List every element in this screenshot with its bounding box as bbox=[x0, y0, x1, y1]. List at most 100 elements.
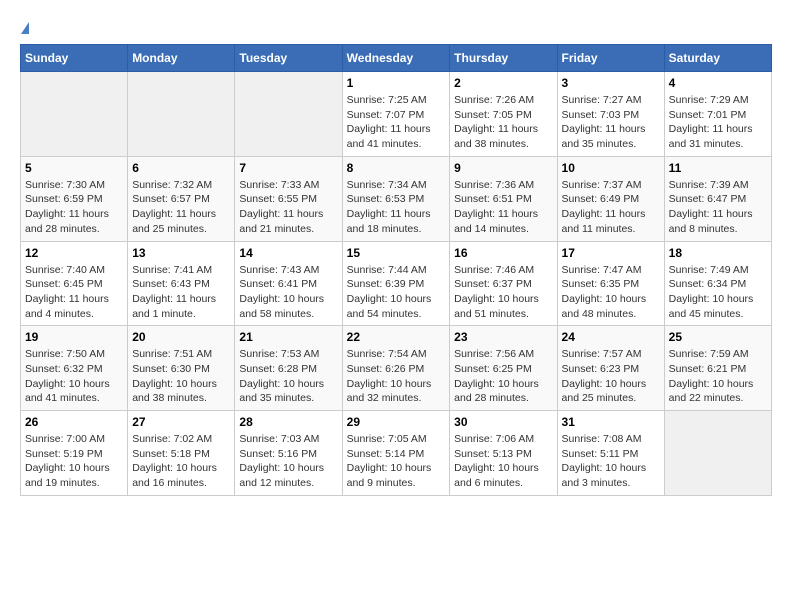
day-info: Sunrise: 7:33 AMSunset: 6:55 PMDaylight:… bbox=[239, 178, 337, 237]
calendar-cell: 8 Sunrise: 7:34 AMSunset: 6:53 PMDaylight… bbox=[342, 156, 450, 241]
calendar-cell: 7 Sunrise: 7:33 AMSunset: 6:55 PMDaylight… bbox=[235, 156, 342, 241]
logo-triangle-icon bbox=[21, 22, 29, 34]
day-info: Sunrise: 7:47 AMSunset: 6:35 PMDaylight:… bbox=[562, 263, 660, 322]
calendar-week-3: 12 Sunrise: 7:40 AMSunset: 6:45 PMDayligh… bbox=[21, 241, 772, 326]
day-number: 14 bbox=[239, 246, 337, 260]
calendar-cell: 3Sunrise: 7:27 AMSunset: 7:03 PMDaylight… bbox=[557, 72, 664, 157]
weekday-header-thursday: Thursday bbox=[450, 45, 557, 72]
calendar-table: SundayMondayTuesdayWednesdayThursdayFrid… bbox=[20, 44, 772, 496]
day-number: 18 bbox=[669, 246, 767, 260]
day-info: Sunrise: 7:08 AMSunset: 5:11 PMDaylight:… bbox=[562, 432, 660, 491]
calendar-cell: 20 Sunrise: 7:51 AMSunset: 6:30 PMDayligh… bbox=[128, 326, 235, 411]
calendar-cell: 21 Sunrise: 7:53 AMSunset: 6:28 PMDayligh… bbox=[235, 326, 342, 411]
weekday-header-wednesday: Wednesday bbox=[342, 45, 450, 72]
day-info: Sunrise: 7:27 AMSunset: 7:03 PMDaylight:… bbox=[562, 93, 660, 152]
calendar-week-2: 5Sunrise: 7:30 AMSunset: 6:59 PMDaylight… bbox=[21, 156, 772, 241]
day-number: 10 bbox=[562, 161, 660, 175]
weekday-header-saturday: Saturday bbox=[664, 45, 771, 72]
calendar-cell: 22Sunrise: 7:54 AMSunset: 6:26 PMDayligh… bbox=[342, 326, 450, 411]
day-number: 31 bbox=[562, 415, 660, 429]
weekday-header-tuesday: Tuesday bbox=[235, 45, 342, 72]
day-number: 27 bbox=[132, 415, 230, 429]
calendar-cell bbox=[664, 411, 771, 496]
logo bbox=[20, 20, 29, 34]
weekday-header-sunday: Sunday bbox=[21, 45, 128, 72]
day-number: 8 bbox=[347, 161, 446, 175]
day-info: Sunrise: 7:36 AMSunset: 6:51 PMDaylight:… bbox=[454, 178, 552, 237]
day-info: Sunrise: 7:34 AMSunset: 6:53 PMDaylight:… bbox=[347, 178, 446, 237]
calendar-cell: 1 Sunrise: 7:25 AMSunset: 7:07 PMDaylight… bbox=[342, 72, 450, 157]
calendar-cell: 30 Sunrise: 7:06 AMSunset: 5:13 PMDayligh… bbox=[450, 411, 557, 496]
day-info: Sunrise: 7:43 AMSunset: 6:41 PMDaylight:… bbox=[239, 263, 337, 322]
day-number: 15 bbox=[347, 246, 446, 260]
weekday-header-friday: Friday bbox=[557, 45, 664, 72]
calendar-cell: 14 Sunrise: 7:43 AMSunset: 6:41 PMDayligh… bbox=[235, 241, 342, 326]
calendar-cell bbox=[128, 72, 235, 157]
day-number: 23 bbox=[454, 330, 552, 344]
day-info: Sunrise: 7:00 AMSunset: 5:19 PMDaylight:… bbox=[25, 432, 123, 491]
calendar-cell: 23 Sunrise: 7:56 AMSunset: 6:25 PMDayligh… bbox=[450, 326, 557, 411]
day-info: Sunrise: 7:50 AMSunset: 6:32 PMDaylight:… bbox=[25, 347, 123, 406]
calendar-week-4: 19 Sunrise: 7:50 AMSunset: 6:32 PMDayligh… bbox=[21, 326, 772, 411]
calendar-cell: 10Sunrise: 7:37 AMSunset: 6:49 PMDayligh… bbox=[557, 156, 664, 241]
weekday-header-monday: Monday bbox=[128, 45, 235, 72]
day-info: Sunrise: 7:57 AMSunset: 6:23 PMDaylight:… bbox=[562, 347, 660, 406]
day-number: 6 bbox=[132, 161, 230, 175]
calendar-cell: 16 Sunrise: 7:46 AMSunset: 6:37 PMDayligh… bbox=[450, 241, 557, 326]
calendar-cell: 13 Sunrise: 7:41 AMSunset: 6:43 PMDayligh… bbox=[128, 241, 235, 326]
day-number: 11 bbox=[669, 161, 767, 175]
day-number: 4 bbox=[669, 76, 767, 90]
day-number: 30 bbox=[454, 415, 552, 429]
calendar-week-5: 26 Sunrise: 7:00 AMSunset: 5:19 PMDayligh… bbox=[21, 411, 772, 496]
day-info: Sunrise: 7:03 AMSunset: 5:16 PMDaylight:… bbox=[239, 432, 337, 491]
day-number: 24 bbox=[562, 330, 660, 344]
calendar-cell: 12 Sunrise: 7:40 AMSunset: 6:45 PMDayligh… bbox=[21, 241, 128, 326]
calendar-cell: 19 Sunrise: 7:50 AMSunset: 6:32 PMDayligh… bbox=[21, 326, 128, 411]
calendar-cell: 4 Sunrise: 7:29 AMSunset: 7:01 PMDaylight… bbox=[664, 72, 771, 157]
day-info: Sunrise: 7:06 AMSunset: 5:13 PMDaylight:… bbox=[454, 432, 552, 491]
day-info: Sunrise: 7:51 AMSunset: 6:30 PMDaylight:… bbox=[132, 347, 230, 406]
page-header bbox=[20, 20, 772, 34]
calendar-cell: 15 Sunrise: 7:44 AMSunset: 6:39 PMDayligh… bbox=[342, 241, 450, 326]
day-info: Sunrise: 7:53 AMSunset: 6:28 PMDaylight:… bbox=[239, 347, 337, 406]
calendar-cell: 29Sunrise: 7:05 AMSunset: 5:14 PMDayligh… bbox=[342, 411, 450, 496]
day-info: Sunrise: 7:46 AMSunset: 6:37 PMDaylight:… bbox=[454, 263, 552, 322]
calendar-cell: 18Sunrise: 7:49 AMSunset: 6:34 PMDayligh… bbox=[664, 241, 771, 326]
calendar-cell: 17 Sunrise: 7:47 AMSunset: 6:35 PMDayligh… bbox=[557, 241, 664, 326]
calendar-cell: 2 Sunrise: 7:26 AMSunset: 7:05 PMDaylight… bbox=[450, 72, 557, 157]
day-info: Sunrise: 7:41 AMSunset: 6:43 PMDaylight:… bbox=[132, 263, 230, 322]
day-info: Sunrise: 7:30 AMSunset: 6:59 PMDaylight:… bbox=[25, 178, 123, 237]
calendar-cell: 11Sunrise: 7:39 AMSunset: 6:47 PMDayligh… bbox=[664, 156, 771, 241]
day-number: 25 bbox=[669, 330, 767, 344]
calendar-cell bbox=[21, 72, 128, 157]
day-info: Sunrise: 7:29 AMSunset: 7:01 PMDaylight:… bbox=[669, 93, 767, 152]
day-number: 28 bbox=[239, 415, 337, 429]
day-info: Sunrise: 7:40 AMSunset: 6:45 PMDaylight:… bbox=[25, 263, 123, 322]
calendar-cell bbox=[235, 72, 342, 157]
day-info: Sunrise: 7:56 AMSunset: 6:25 PMDaylight:… bbox=[454, 347, 552, 406]
day-number: 20 bbox=[132, 330, 230, 344]
day-number: 21 bbox=[239, 330, 337, 344]
calendar-cell: 25 Sunrise: 7:59 AMSunset: 6:21 PMDayligh… bbox=[664, 326, 771, 411]
day-number: 2 bbox=[454, 76, 552, 90]
day-info: Sunrise: 7:32 AMSunset: 6:57 PMDaylight:… bbox=[132, 178, 230, 237]
day-number: 13 bbox=[132, 246, 230, 260]
day-number: 17 bbox=[562, 246, 660, 260]
day-number: 26 bbox=[25, 415, 123, 429]
day-info: Sunrise: 7:26 AMSunset: 7:05 PMDaylight:… bbox=[454, 93, 552, 152]
day-number: 7 bbox=[239, 161, 337, 175]
day-info: Sunrise: 7:44 AMSunset: 6:39 PMDaylight:… bbox=[347, 263, 446, 322]
day-info: Sunrise: 7:59 AMSunset: 6:21 PMDaylight:… bbox=[669, 347, 767, 406]
calendar-cell: 6 Sunrise: 7:32 AMSunset: 6:57 PMDaylight… bbox=[128, 156, 235, 241]
day-info: Sunrise: 7:02 AMSunset: 5:18 PMDaylight:… bbox=[132, 432, 230, 491]
day-number: 12 bbox=[25, 246, 123, 260]
day-number: 22 bbox=[347, 330, 446, 344]
day-number: 19 bbox=[25, 330, 123, 344]
day-number: 16 bbox=[454, 246, 552, 260]
calendar-cell: 5Sunrise: 7:30 AMSunset: 6:59 PMDaylight… bbox=[21, 156, 128, 241]
day-number: 1 bbox=[347, 76, 446, 90]
calendar-cell: 26 Sunrise: 7:00 AMSunset: 5:19 PMDayligh… bbox=[21, 411, 128, 496]
day-info: Sunrise: 7:25 AMSunset: 7:07 PMDaylight:… bbox=[347, 93, 446, 152]
calendar-cell: 31 Sunrise: 7:08 AMSunset: 5:11 PMDayligh… bbox=[557, 411, 664, 496]
day-info: Sunrise: 7:05 AMSunset: 5:14 PMDaylight:… bbox=[347, 432, 446, 491]
